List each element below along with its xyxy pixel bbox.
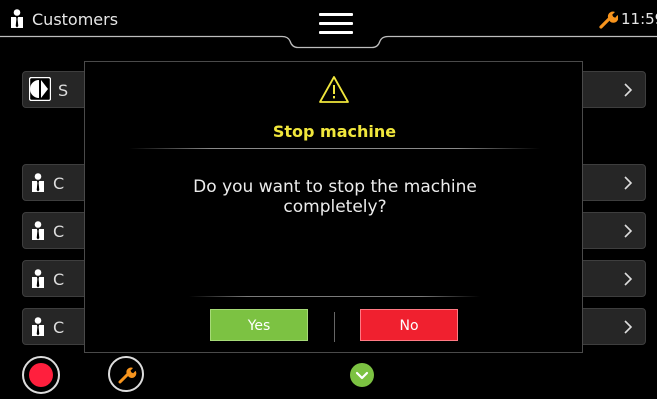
row-label: C <box>53 174 65 193</box>
row-label: C <box>53 318 65 337</box>
chevron-down-icon <box>355 371 369 380</box>
chevron-right-icon <box>624 272 633 286</box>
button-separator <box>334 312 335 342</box>
divider <box>129 148 540 149</box>
stop-machine-dialog: Stop machine Do you want to stop the mac… <box>84 61 583 353</box>
person-icon <box>31 173 45 197</box>
top-bar: Customers 11:59 <box>0 0 657 49</box>
chevron-right-icon <box>624 320 633 334</box>
person-icon <box>31 221 45 245</box>
row-label: C <box>53 222 65 241</box>
wrench-icon[interactable] <box>598 9 619 33</box>
scroll-down-button[interactable] <box>350 363 374 387</box>
dialog-message: Do you want to stop the machine complete… <box>193 177 477 217</box>
yes-button[interactable]: Yes <box>210 309 308 341</box>
stop-icon <box>29 363 53 387</box>
brand-logo-icon <box>28 76 52 105</box>
person-icon <box>31 317 45 341</box>
dialog-title: Stop machine <box>272 122 397 141</box>
chevron-right-icon <box>624 176 633 190</box>
warning-icon <box>318 75 350 108</box>
row-label: S <box>58 81 69 100</box>
person-icon <box>31 269 45 293</box>
chevron-right-icon <box>624 224 633 238</box>
stop-button[interactable] <box>22 356 60 394</box>
row-label: C <box>53 270 65 289</box>
hamburger-menu-icon[interactable] <box>319 13 353 35</box>
chevron-right-icon <box>624 83 633 97</box>
clock-time: 11:59 <box>621 10 657 28</box>
service-button[interactable] <box>108 356 144 392</box>
divider <box>189 296 480 297</box>
wrench-icon <box>118 367 137 384</box>
no-button[interactable]: No <box>360 309 458 341</box>
